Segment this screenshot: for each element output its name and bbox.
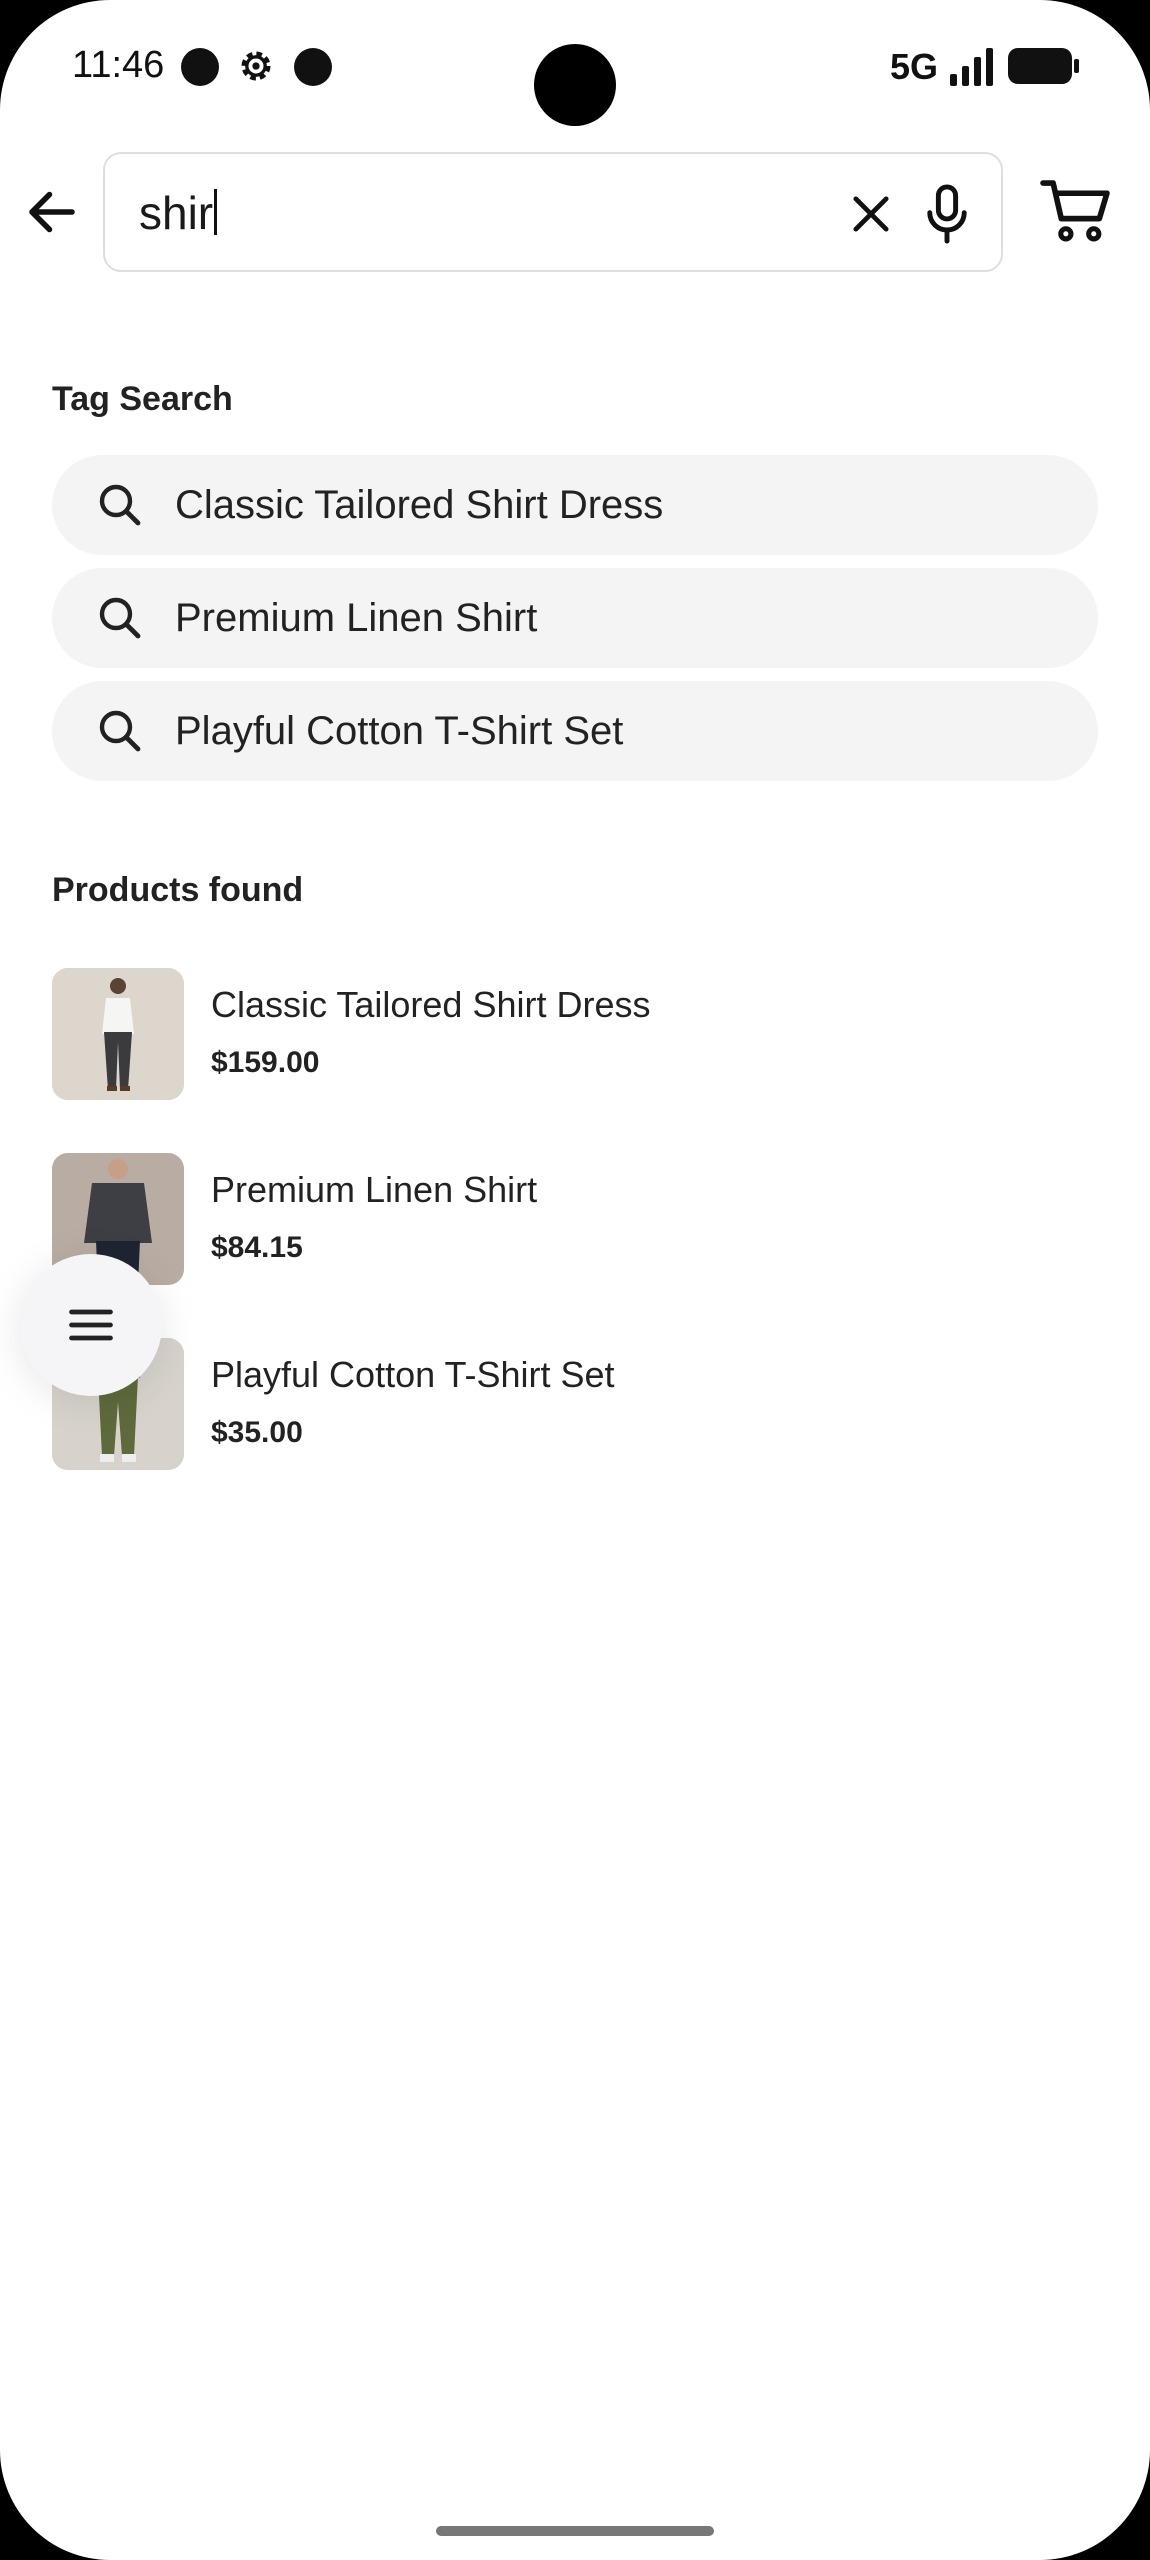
product-name: Classic Tailored Shirt Dress [211, 984, 651, 1025]
search-input[interactable]: shir [103, 152, 1003, 272]
product-name: Playful Cotton T-Shirt Set [211, 1354, 615, 1395]
battery-icon [1008, 48, 1079, 84]
text-caret [214, 189, 218, 235]
search-input-value[interactable]: shir [139, 186, 218, 240]
product-list-item[interactable]: Playful Cotton T-Shirt Set $35.00 [52, 1338, 1052, 1472]
search-icon [99, 710, 141, 752]
floating-menu-button[interactable] [20, 1254, 162, 1396]
search-icon [99, 484, 141, 526]
back-arrow-icon[interactable] [22, 182, 82, 242]
tag-suggestion-chip[interactable]: Playful Cotton T-Shirt Set [52, 681, 1098, 781]
microphone-icon[interactable] [917, 182, 977, 246]
screen: 11:46 5G shir Tag Search Classic Tailore… [0, 0, 1150, 2560]
tag-suggestion-label: Premium Linen Shirt [175, 596, 538, 640]
product-thumbnail [52, 968, 184, 1100]
product-list-item[interactable]: Classic Tailored Shirt Dress $159.00 [52, 968, 1052, 1102]
status-time: 11:46 [72, 44, 165, 86]
signal-strength-icon [950, 48, 993, 86]
clear-search-close-icon[interactable] [845, 188, 897, 240]
product-price: $159.00 [211, 1046, 320, 1079]
tag-suggestion-chip[interactable]: Premium Linen Shirt [52, 568, 1098, 668]
product-list-item[interactable]: Premium Linen Shirt $84.15 [52, 1153, 1052, 1287]
products-found-heading: Products found [52, 871, 304, 909]
product-name: Premium Linen Shirt [211, 1169, 538, 1210]
notification-dot-icon [294, 48, 332, 86]
shopping-cart-icon[interactable] [1040, 178, 1112, 244]
notification-dot-icon [181, 48, 219, 86]
tag-suggestion-chip[interactable]: Classic Tailored Shirt Dress [52, 455, 1098, 555]
product-price: $84.15 [211, 1231, 303, 1264]
hamburger-menu-icon [69, 1309, 113, 1341]
search-icon [99, 597, 141, 639]
home-indicator[interactable] [436, 2526, 714, 2536]
tag-suggestion-label: Classic Tailored Shirt Dress [175, 483, 664, 527]
network-type: 5G [890, 46, 939, 87]
settings-gear-icon [241, 51, 271, 81]
camera-cutout [534, 44, 616, 126]
tag-search-heading: Tag Search [52, 380, 233, 418]
product-price: $35.00 [211, 1416, 303, 1449]
tag-suggestion-label: Playful Cotton T-Shirt Set [175, 709, 624, 753]
status-bar: 11:46 5G [0, 0, 1150, 135]
